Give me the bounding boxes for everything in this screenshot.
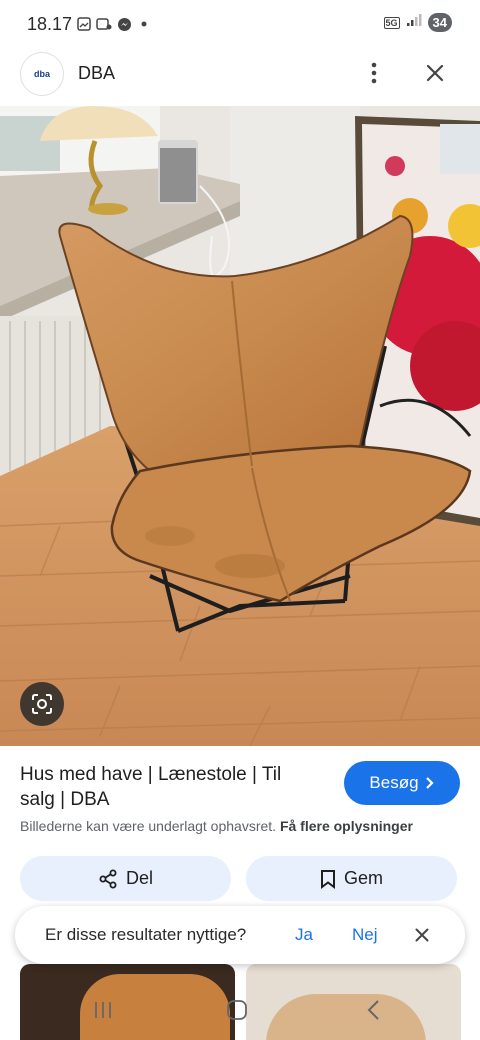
more-info-link[interactable]: Få flere oplysninger [280,818,413,834]
status-bar: 18.17 5G 34 [0,0,480,50]
back-button[interactable] [358,998,388,1022]
home-button[interactable] [222,998,252,1022]
status-notification-icons [76,16,152,32]
share-icon [99,869,117,888]
signal-icon [406,13,422,32]
share-button[interactable]: Del [20,856,231,901]
recents-icon [95,1002,111,1018]
viewer-header: dba DBA [0,50,480,106]
status-time: 18.17 [27,14,73,34]
lens-icon [32,694,52,714]
lens-button[interactable] [20,682,64,726]
site-logo[interactable]: dba [20,52,64,96]
home-icon [227,1000,247,1020]
status-system-icons: 5G 34 [383,13,452,32]
gallery-icon [76,16,92,32]
recents-button[interactable] [88,998,118,1022]
battery-indicator: 34 [427,13,452,32]
feedback-question: Er disse resultater nyttige? [45,925,247,944]
more-vert-icon [371,62,377,84]
dot-icon [136,16,152,32]
copyright-text: Billederne kan være underlagt ophavsret. [20,818,277,834]
result-image[interactable] [0,106,480,746]
share-label: Del [125,868,153,888]
result-title[interactable]: Hus med have | Lænestole | Til salg | DB… [20,762,320,812]
visit-label: Besøg [369,773,419,792]
save-button[interactable]: Gem [246,856,457,901]
bookmark-icon [320,869,335,889]
chevron-right-icon [425,777,434,789]
copyright-notice: Billederne kan være underlagt ophavsret.… [20,818,413,834]
close-button[interactable] [422,60,448,86]
save-label: Gem [343,868,383,888]
gallery-icon [96,16,112,32]
messenger-icon [116,16,132,32]
visit-button[interactable]: Besøg [344,761,460,805]
logo-text: dba [33,69,50,79]
feedback-no-button[interactable]: Nej [352,925,378,945]
more-options-button[interactable] [362,61,386,85]
feedback-close-button[interactable] [411,924,433,946]
system-nav-bar [0,980,480,1040]
close-icon [426,64,444,82]
back-icon [367,1000,379,1020]
close-icon [415,928,429,942]
site-name[interactable]: DBA [78,63,115,84]
feedback-yes-button[interactable]: Ja [295,925,313,945]
feedback-card: Er disse resultater nyttige? Ja Nej [15,906,465,964]
network-label: 5G [383,16,400,29]
